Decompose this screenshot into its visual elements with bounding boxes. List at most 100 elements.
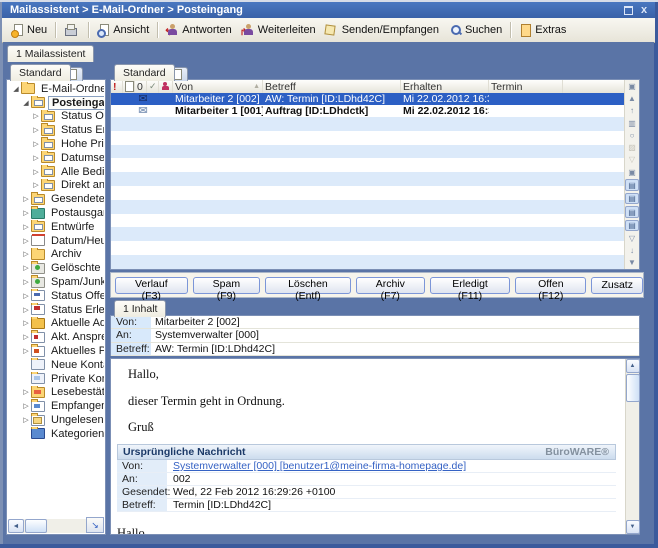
scroll-left-button[interactable]: ◄: [8, 519, 24, 533]
scroll-top-icon[interactable]: ▲: [626, 92, 638, 104]
tree-expand-arrow-icon[interactable]: ▷: [21, 416, 31, 424]
column-header-termin[interactable]: Termin: [489, 80, 563, 93]
tree-item-spam-junkmails[interactable]: ▷Spam/Junkmails: [8, 275, 104, 289]
toolbar-weiterleiten-button[interactable]: ↱Weiterleiten: [237, 22, 321, 38]
view-list-4-icon[interactable]: ▤: [625, 220, 639, 231]
copy-icon[interactable]: ▣: [626, 166, 638, 178]
tree-item-aktuelle-adresse[interactable]: ▷Aktuelle Adresse: [8, 317, 104, 331]
tree-item-status-erledigt[interactable]: ▷Status Erledigt: [8, 303, 104, 317]
view-list-3-icon[interactable]: ▤: [625, 206, 639, 217]
close-button[interactable]: x: [637, 4, 651, 16]
search-off-icon[interactable]: ▨: [626, 141, 638, 153]
tree-item-neue-kontakte[interactable]: Neue Kontakte: [8, 358, 104, 372]
list-tab-standard[interactable]: Standard: [114, 64, 175, 81]
tree-expand-arrow-icon[interactable]: ▷: [21, 319, 31, 327]
tree-expand-arrow-icon[interactable]: ▷: [21, 278, 31, 286]
tree-item-alle-bediener[interactable]: ▷Alle Bediener: [8, 165, 104, 179]
tab-mailassistent[interactable]: 1 Mailassistent: [7, 45, 94, 62]
tree-item-gelöschte-e-mails[interactable]: ▷Gelöschte E-Mails: [8, 261, 104, 275]
tree-expand-arrow-icon[interactable]: ▷: [21, 347, 31, 355]
tree-item-e-mail-ordner[interactable]: ◢E-Mail-Ordner: [8, 82, 104, 96]
scroll-up-button[interactable]: ▲: [626, 359, 640, 373]
toolbar-extras-button[interactable]: Extras: [514, 22, 571, 38]
sidebar-tab-standard[interactable]: Standard: [10, 64, 71, 81]
column-header-erhalten[interactable]: Erhalten: [401, 80, 489, 93]
column-header-betreff[interactable]: Betreff: [263, 80, 401, 93]
expand-panel-button[interactable]: ↘: [86, 517, 104, 533]
tree-expand-arrow-icon[interactable]: ▷: [21, 195, 31, 203]
content-tab-inhalt[interactable]: 1 Inhalt: [114, 300, 166, 317]
column-header-von[interactable]: Von▲: [173, 80, 263, 93]
tree-expand-arrow-icon[interactable]: ▷: [31, 126, 41, 134]
tree-horizontal-scrollbar[interactable]: ◄: [8, 519, 87, 533]
toolbar-print-button[interactable]: [59, 22, 85, 38]
tree-item-datumselektion[interactable]: ▷Datumselektion: [8, 151, 104, 165]
column-header-person[interactable]: [159, 80, 173, 93]
offen-f12-button[interactable]: Offen (F12): [515, 277, 586, 294]
tree-expand-arrow-icon[interactable]: ▷: [21, 402, 31, 410]
tree-expand-arrow-icon[interactable]: ▷: [31, 154, 41, 162]
scroll-down-icon[interactable]: ↓: [626, 244, 638, 256]
scroll-down-button[interactable]: ▼: [626, 520, 640, 534]
tree-expand-arrow-icon[interactable]: ▷: [21, 292, 31, 300]
tree-item-datum-heute[interactable]: ▷Datum/Heute: [8, 234, 104, 248]
columns-icon[interactable]: ▥: [626, 117, 638, 129]
toolbar-senden-empfangen-button[interactable]: Senden/Empfangen: [321, 22, 444, 38]
tree-item-status-offen[interactable]: ▷Status Offen: [8, 289, 104, 303]
tree-expand-arrow-icon[interactable]: ▷: [21, 388, 31, 396]
tree-item-status-offen[interactable]: ▷Status Offen: [8, 110, 104, 124]
column-header-check[interactable]: ✓: [147, 80, 159, 93]
tree-item-gesendete-e-mails[interactable]: ▷Gesendete E-Mails: [8, 192, 104, 206]
tree-item-akt-ansprechpartner[interactable]: ▷Akt. Ansprechpartner: [8, 330, 104, 344]
tree-item-hohe-priorität[interactable]: ▷Hohe Priorität: [8, 137, 104, 151]
tree-expand-arrow-icon[interactable]: ▷: [21, 333, 31, 341]
mail-row-1[interactable]: ✉Mitarbeiter 1 [001]Auftrag [ID:LDhdctk]…: [111, 105, 625, 117]
tree-expand-arrow-icon[interactable]: ▷: [21, 209, 31, 217]
tree-expand-arrow-icon[interactable]: ▷: [31, 140, 41, 148]
mail-row-0[interactable]: ✉Mitarbeiter 2 [002]AW: Termin [ID:LDhd4…: [111, 93, 625, 105]
toolbar-neu-button[interactable]: Neu: [6, 22, 52, 38]
tree-collapse-arrow-icon[interactable]: ◢: [21, 99, 31, 107]
scroll-thumb[interactable]: [626, 374, 640, 402]
toolbar-ansicht-button[interactable]: Ansicht: [92, 22, 154, 38]
tree-item-ungelesene-mails[interactable]: ▷Ungelesene Mails: [8, 413, 104, 427]
tree-item-private-kontakte[interactable]: Private Kontakte: [8, 372, 104, 386]
pages-icon[interactable]: ▣: [626, 80, 638, 92]
toolbar-antworten-button[interactable]: ↰Antworten: [161, 22, 237, 38]
tree-expand-arrow-icon[interactable]: ▷: [21, 223, 31, 231]
spam-f9-button[interactable]: Spam (F9): [193, 277, 261, 294]
tree-item-direkt-an-mich[interactable]: ▷Direkt an mich: [8, 179, 104, 193]
löschen-entf-button[interactable]: Löschen (Entf): [265, 277, 351, 294]
tree-expand-arrow-icon[interactable]: ▷: [31, 168, 41, 176]
sender-link[interactable]: Systemverwalter [000] [benutzer1@meine-f…: [167, 460, 466, 472]
tree-expand-arrow-icon[interactable]: ▷: [31, 112, 41, 120]
search-icon[interactable]: ○: [626, 129, 638, 141]
archiv-f7-button[interactable]: Archiv (F7): [356, 277, 425, 294]
tree-expand-arrow-icon[interactable]: ▷: [31, 181, 41, 189]
tree-item-aktuelles-projekt[interactable]: ▷Aktuelles Projekt: [8, 344, 104, 358]
toolbar-suchen-button[interactable]: Suchen: [444, 22, 507, 38]
tree-item-lesebestätigungen[interactable]: ▷Lesebestätigungen: [8, 386, 104, 400]
tree-item-postausgang[interactable]: ▷Postausgang: [8, 206, 104, 220]
tree-expand-arrow-icon[interactable]: ▷: [21, 264, 31, 272]
scroll-end-icon[interactable]: ▼: [626, 257, 638, 269]
tree-item-kategorien[interactable]: Kategorien: [8, 427, 104, 441]
verlauf-f3-button[interactable]: Verlauf (F3): [115, 277, 188, 294]
view-list-1-icon[interactable]: ▤: [625, 179, 639, 190]
column-header-document[interactable]: [123, 80, 135, 93]
scroll-up-icon[interactable]: ↑: [626, 105, 638, 117]
column-header-0[interactable]: 0: [135, 80, 147, 93]
tree-expand-arrow-icon[interactable]: ▷: [21, 250, 31, 258]
view-list-2-icon[interactable]: ▤: [625, 193, 639, 204]
tree-expand-arrow-icon[interactable]: ▷: [21, 237, 31, 245]
zusatz-button[interactable]: Zusatz: [591, 277, 643, 294]
tree-item-posteingang[interactable]: ◢Posteingang: [8, 96, 104, 110]
tree-item-status-erledigt[interactable]: ▷Status Erledigt: [8, 123, 104, 137]
erledigt-f11-button[interactable]: Erledigt (F11): [430, 277, 510, 294]
scroll-bottom-icon[interactable]: ▽: [626, 232, 638, 244]
restore-button[interactable]: [621, 4, 635, 16]
column-header-excl[interactable]: !: [111, 80, 123, 93]
tree-item-empfangene-mails[interactable]: ▷Empfangene Mails: [8, 399, 104, 413]
tree-item-archiv[interactable]: ▷Archiv: [8, 248, 104, 262]
scroll-thumb[interactable]: [25, 519, 47, 533]
